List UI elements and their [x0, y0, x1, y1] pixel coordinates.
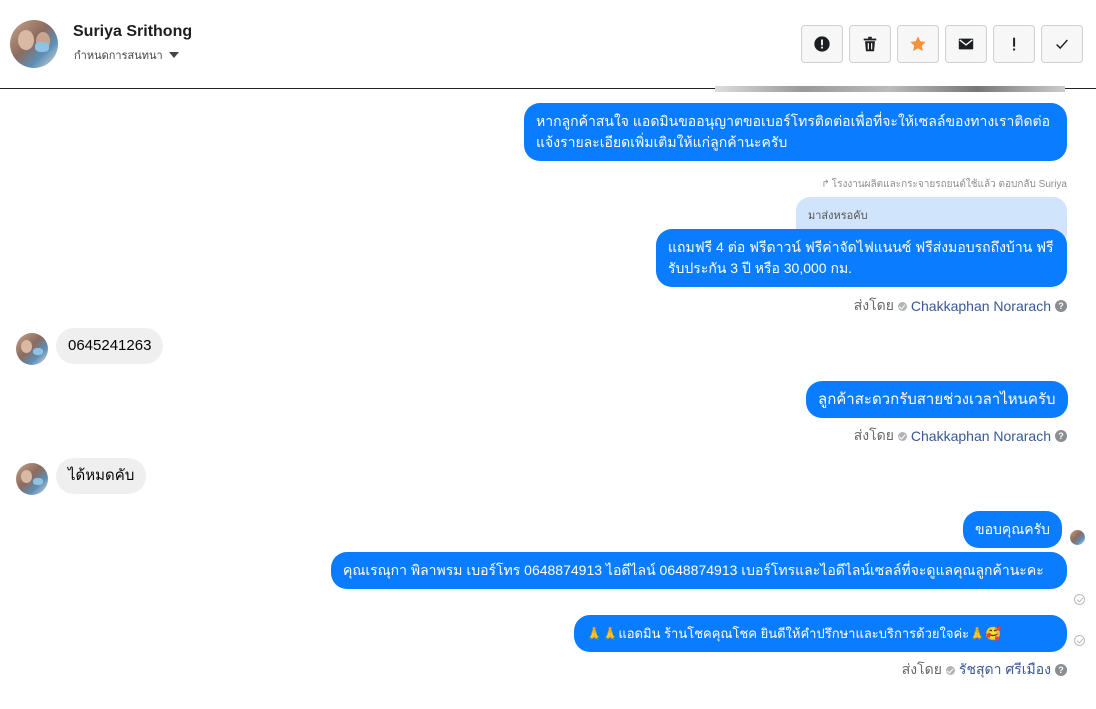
reply-context: ↱ โรงงานผลิตและกระจายรถยนต์ใช้แล้ว ตอบกล…: [821, 177, 1067, 192]
mark-done-button[interactable]: [1041, 25, 1083, 63]
previous-image-attachment[interactable]: [715, 86, 1065, 92]
delivered-check-icon: [1074, 635, 1085, 646]
incoming-message[interactable]: ได้หมดคับ: [56, 458, 147, 494]
reply-context-text: โรงงานผลิตและกระจายรถยนต์ใช้แล้ว ตอบกลับ…: [831, 179, 1067, 190]
checkmark-icon: [1056, 39, 1068, 50]
outgoing-message[interactable]: หากลูกค้าสนใจ แอดมินขออนุญาตขอเบอร์โทรติ…: [524, 103, 1067, 161]
contact-avatar[interactable]: [16, 463, 48, 495]
reply-arrow-icon: ↱: [821, 179, 830, 190]
envelope-icon: [958, 38, 974, 50]
help-icon[interactable]: ?: [1055, 664, 1067, 676]
verified-check-icon: [945, 665, 955, 675]
star-button[interactable]: [897, 25, 939, 63]
outgoing-message[interactable]: ลูกค้าสะดวกรับสายช่วงเวลาไหนครับ: [806, 381, 1068, 418]
outgoing-message[interactable]: ขอบคุณครับ: [963, 511, 1062, 548]
outgoing-message[interactable]: แถมฟรี 4 ต่อ ฟรีดาวน์ ฟรีค่าจัดไฟแนนซ์ ฟ…: [656, 229, 1067, 287]
sent-by-label: ส่งโดย: [853, 427, 894, 443]
verified-check-icon: [897, 431, 907, 441]
outgoing-message[interactable]: คุณเรณุกา พิลาพรม เบอร์โทร 0648874913 ไอ…: [331, 552, 1067, 589]
incoming-message[interactable]: 0645241263: [56, 328, 164, 364]
mark-unread-button[interactable]: [945, 25, 987, 63]
conversation-schedule-dropdown[interactable]: กำหนดการสนทนา: [74, 46, 179, 64]
sent-by-label: ส่งโดย: [901, 661, 942, 677]
sent-by-label: ส่งโดย: [853, 297, 894, 313]
conversation-header: Suriya Srithong กำหนดการสนทนา: [0, 0, 1096, 89]
exclamation-icon: [1013, 37, 1016, 51]
sender-name[interactable]: Chakkaphan Norarach: [911, 298, 1051, 314]
trash-icon: [863, 36, 877, 52]
header-actions: [801, 25, 1083, 63]
contact-avatar[interactable]: [16, 333, 48, 365]
help-icon[interactable]: ?: [1055, 430, 1067, 442]
contact-name[interactable]: Suriya Srithong: [73, 23, 192, 41]
follow-up-button[interactable]: [993, 25, 1035, 63]
seen-by-avatar: [1070, 530, 1085, 545]
outgoing-message[interactable]: 🙏🙏แอดมิน ร้านโชคคุณโชค ยินดีให้คำปรึกษาแ…: [574, 615, 1067, 652]
delivered-check-icon: [1074, 594, 1085, 605]
sent-by-info: ส่งโดย Chakkaphan Norarach ?: [854, 295, 1067, 317]
sender-name[interactable]: Chakkaphan Norarach: [911, 428, 1051, 444]
sent-by-info: ส่งโดย รัชสุดา ศรีเมือง ?: [902, 659, 1067, 681]
alert-circle-icon: [814, 36, 830, 52]
sender-name[interactable]: รัชสุดา ศรีเมือง: [959, 659, 1051, 681]
caret-down-icon: [168, 52, 179, 58]
delete-button[interactable]: [849, 25, 891, 63]
sent-by-info: ส่งโดย Chakkaphan Norarach ?: [854, 425, 1067, 447]
help-icon[interactable]: ?: [1055, 300, 1067, 312]
mark-spam-button[interactable]: [801, 25, 843, 63]
verified-check-icon: [897, 301, 907, 311]
schedule-label: กำหนดการสนทนา: [74, 50, 163, 62]
star-icon: [910, 36, 926, 52]
contact-avatar[interactable]: [10, 20, 58, 68]
